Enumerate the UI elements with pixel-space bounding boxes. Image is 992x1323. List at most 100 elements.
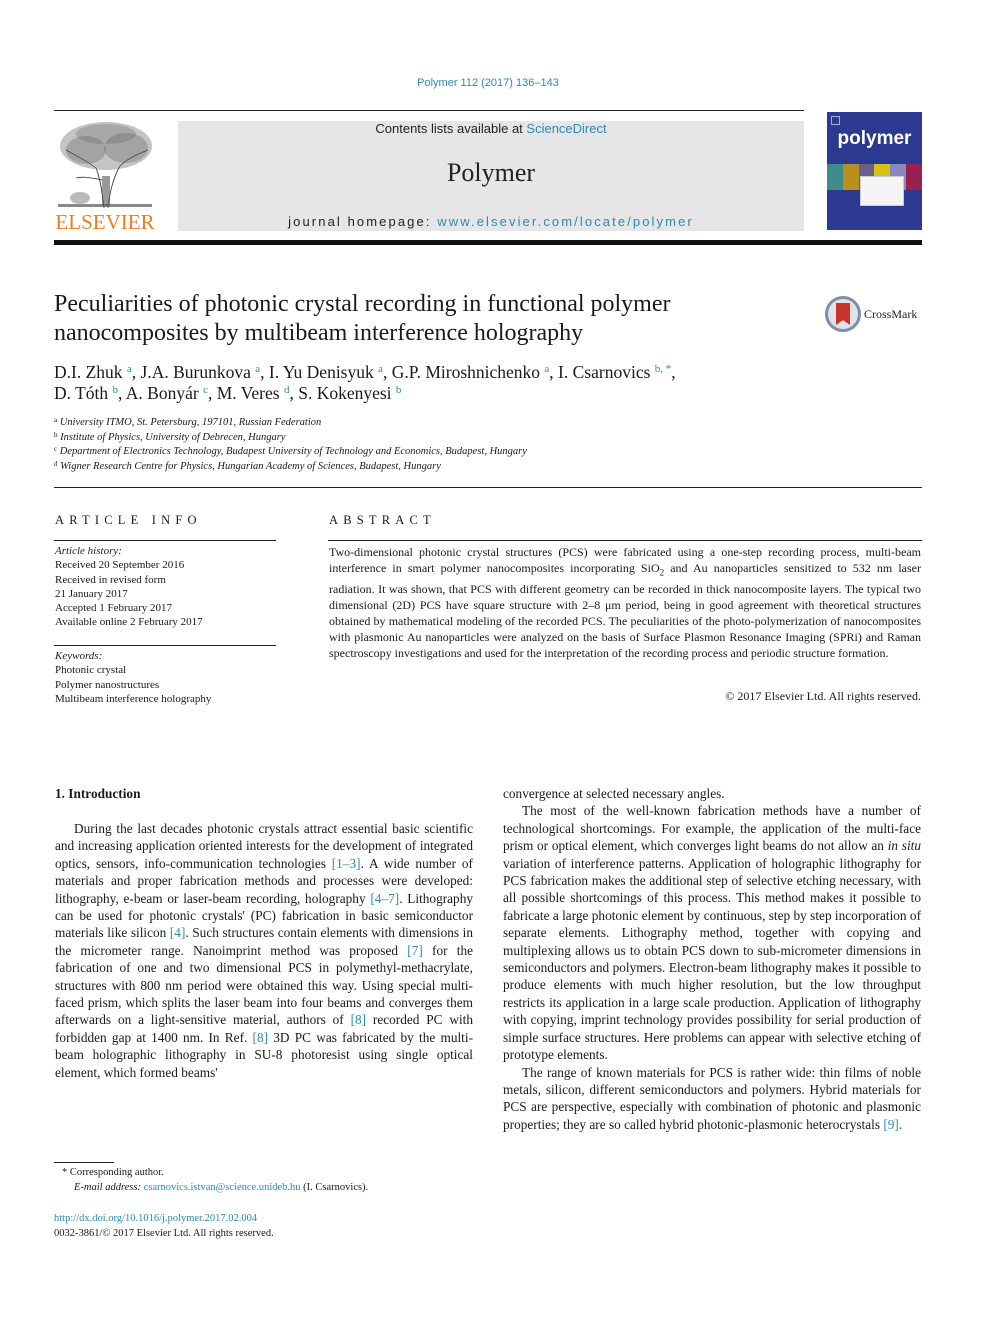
affiliation-item: b Institute of Physics, University of De… [54, 431, 754, 446]
history-item: Available online 2 February 2017 [55, 616, 203, 629]
affiliation-list: a University ITMO, St. Petersburg, 19710… [54, 416, 754, 474]
journal-homepage-link[interactable]: www.elsevier.com/locate/polymer [437, 214, 694, 229]
homepage-prefix: journal homepage: [288, 214, 438, 229]
reference-link[interactable]: [4–7] [370, 891, 399, 906]
author-list: D.I. Zhuk a, J.A. Burunkova a, I. Yu Den… [54, 362, 914, 404]
doi-block: http://dx.doi.org/10.1016/j.polymer.2017… [54, 1211, 274, 1241]
footnote-rule [54, 1162, 114, 1163]
header-rule [54, 110, 804, 111]
author-name[interactable]: I. Yu Denisyuk [269, 362, 374, 382]
cover-title: polymer [837, 128, 912, 149]
author-name[interactable]: D.I. Zhuk [54, 362, 123, 382]
affiliation-link[interactable]: a [378, 363, 383, 375]
authors-line-2: D. Tóth b, A. Bonyár c, M. Veres d, S. K… [54, 383, 402, 403]
abstract-part: and Au nanoparticles sensitized to 532 n… [329, 561, 921, 660]
author-name[interactable]: I. Csarnovics [558, 362, 650, 382]
affiliation-key: c [54, 445, 58, 453]
paragraph: The range of known materials for PCS is … [503, 1064, 921, 1134]
affiliation-text: University ITMO, St. Petersburg, 197101,… [59, 417, 322, 428]
text: variation of interference patterns. Appl… [503, 855, 921, 1063]
affiliation-item: d Wigner Research Centre for Physics, Hu… [54, 460, 754, 475]
body-column-right: convergence at selected necessary angles… [503, 785, 921, 1133]
authors-line-1: D.I. Zhuk a, J.A. Burunkova a, I. Yu Den… [54, 362, 676, 382]
elsevier-logo[interactable]: ELSEVIER [54, 120, 156, 235]
abstract-heading: ABSTRACT [329, 513, 436, 527]
author-name[interactable]: J.A. Burunkova [141, 362, 251, 382]
article-info-heading: ARTICLE INFO [55, 513, 202, 527]
affiliation-text: Wigner Research Centre for Physics, Hung… [60, 460, 441, 472]
email-label: E-mail address: [74, 1182, 144, 1193]
reference-link[interactable]: [8] [253, 1030, 269, 1045]
reference-link[interactable]: [8] [351, 1012, 367, 1027]
email-suffix: (I. Csarnovics). [300, 1182, 369, 1193]
abstract-copyright: © 2017 Elsevier Ltd. All rights reserved… [725, 689, 921, 703]
section-heading-introduction: 1. Introduction [55, 786, 141, 801]
text: The most of the well-known fabrication m… [503, 803, 921, 854]
affiliation-link[interactable]: b [113, 384, 119, 396]
article-title: Peculiarities of photonic crystal record… [54, 290, 794, 348]
abstract-text: Two-dimensional photonic crystal structu… [329, 544, 921, 661]
author-name[interactable]: G.P. Miroshnichenko [392, 362, 540, 382]
journal-name: Polymer [446, 158, 536, 187]
crossmark-button[interactable]: CrossMark [825, 296, 925, 336]
contents-line: Contents lists available at ScienceDirec… [178, 121, 804, 136]
affiliation-text: Institute of Physics, University of Debr… [60, 431, 286, 443]
keywords-rule [54, 645, 276, 646]
affiliation-link[interactable]: a [127, 363, 132, 375]
affiliation-link[interactable]: a [544, 363, 549, 375]
title-line-2: nanocomposites by multibeam interference… [54, 320, 584, 346]
history-item: Accepted 1 February 2017 [55, 602, 172, 615]
reference-link[interactable]: [7] [407, 943, 423, 958]
article-history: Article history: Received 20 September 2… [55, 544, 277, 630]
text: . [898, 1116, 903, 1132]
affiliation-text: Department of Electronics Technology, Bu… [59, 446, 527, 457]
history-item: Received in revised form [55, 573, 166, 586]
header-thick-rule [54, 240, 922, 245]
reference-link[interactable]: [9] [883, 1117, 899, 1132]
contents-prefix: Contents lists available at [375, 121, 527, 136]
cover-figure [860, 176, 904, 206]
history-item: 21 January 2017 [55, 587, 128, 600]
section-divider [54, 487, 922, 488]
paragraph: The most of the well-known fabrication m… [503, 802, 921, 1063]
corresponding-author-note: * Corresponding author. [62, 1167, 164, 1178]
text: The range of known materials for PCS is … [503, 1064, 921, 1132]
affiliation-link[interactable]: d [284, 384, 290, 396]
affiliation-link[interactable]: b [396, 384, 402, 396]
keywords-label: Keywords: [55, 650, 103, 662]
reference-link[interactable]: [1–3] [332, 856, 361, 871]
sciencedirect-link[interactable]: ScienceDirect [526, 121, 606, 136]
affiliation-key: d [54, 459, 58, 468]
article-info-rule [54, 540, 276, 541]
abstract-rule [328, 540, 922, 541]
author-name[interactable]: D. Tóth [54, 383, 108, 403]
email-link[interactable]: csarnovics.istvan@science.unideb.hu [144, 1182, 301, 1193]
affiliation-link[interactable]: b, * [655, 363, 672, 375]
reference-link[interactable]: [4] [170, 925, 186, 940]
author-name[interactable]: S. Kokenyesi [298, 383, 391, 403]
keyword-item: Multibeam interference holography [55, 692, 212, 705]
journal-cover-image[interactable]: polymer [827, 112, 922, 230]
affiliation-link[interactable]: a [255, 363, 260, 375]
affiliation-item: a University ITMO, St. Petersburg, 19710… [54, 416, 754, 431]
footnote: * Corresponding author. E-mail address: … [62, 1165, 482, 1195]
homepage-line: journal homepage: www.elsevier.com/locat… [178, 214, 804, 229]
author-name[interactable]: A. Bonyár [126, 383, 199, 403]
body-column-left: During the last decades photonic crystal… [55, 820, 473, 1081]
keyword-item: Polymer nanostructures [55, 678, 160, 691]
affiliation-link[interactable]: c [203, 384, 208, 396]
italic-text: in situ [887, 838, 921, 854]
email-line: E-mail address: csarnovics.istvan@scienc… [62, 1180, 482, 1195]
issn-copyright: 0032-3861/© 2017 Elsevier Ltd. All right… [54, 1228, 274, 1239]
paragraph: During the last decades photonic crystal… [55, 820, 473, 1081]
keyword-item: Photonic crystal [55, 664, 127, 677]
elsevier-wordmark: ELSEVIER [55, 210, 155, 234]
author-name[interactable]: M. Veres [217, 383, 280, 403]
affiliation-key: b [54, 430, 58, 439]
journal-citation-link[interactable]: Polymer 112 (2017) 136–143 [0, 77, 976, 89]
elsevier-badge-icon [831, 116, 840, 125]
history-item: Received 20 September 2016 [55, 559, 185, 572]
affiliation-item: c Department of Electronics Technology, … [54, 445, 754, 460]
article-history-label: Article history: [55, 545, 122, 557]
doi-link[interactable]: http://dx.doi.org/10.1016/j.polymer.2017… [54, 1211, 274, 1226]
